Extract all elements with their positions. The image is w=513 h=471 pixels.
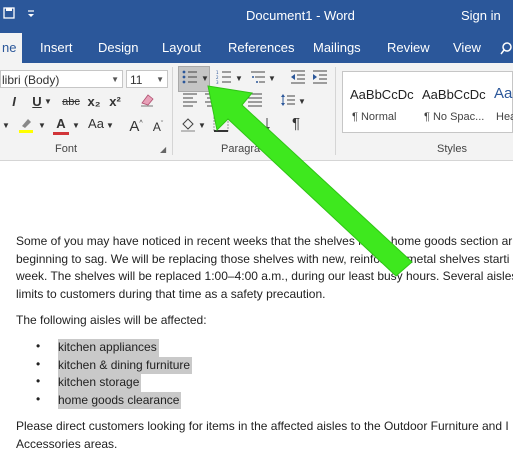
document-page[interactable]: Some of you may have noticed in recent w… <box>0 161 513 471</box>
style-preview: AaBbCcDc <box>422 87 486 102</box>
line-spacing-icon[interactable] <box>279 93 297 112</box>
paragraph-group-label: Paragra <box>221 143 261 155</box>
styles-gallery: AaBbCcDc ¶ Normal AaBbCcDc ¶ No Spac... … <box>342 71 513 133</box>
tab-layout[interactable]: Layout <box>162 33 201 63</box>
style-name: ¶ Normal <box>352 111 397 123</box>
body-text-line: week. The shelves will be replaced 1:00–… <box>16 269 513 283</box>
quick-access-toolbar <box>0 7 38 22</box>
multilevel-list-icon[interactable] <box>249 70 267 89</box>
font-color-swatch <box>53 132 69 135</box>
clear-formatting-icon[interactable] <box>138 93 156 112</box>
tab-design[interactable]: Design <box>98 33 138 63</box>
body-text-line: limits to customers during that time as … <box>16 286 326 301</box>
customize-qat-icon[interactable] <box>24 7 38 22</box>
body-text-line: Please direct customers looking for item… <box>16 419 509 433</box>
align-center-icon[interactable] <box>203 93 221 112</box>
chevron-down-icon: ▼ <box>111 75 119 84</box>
font-dialog-launcher-icon[interactable]: ◢ <box>160 145 166 154</box>
bullet-marker: • <box>36 391 41 406</box>
style-preview: AaBbCcDc <box>350 87 414 102</box>
shading-icon[interactable] <box>179 116 197 137</box>
group-divider <box>172 67 173 155</box>
tab-home[interactable]: ne <box>0 33 23 63</box>
align-left-icon[interactable] <box>181 93 199 112</box>
body-text-line: Some of you may have noticed in recent w… <box>16 234 513 248</box>
chevron-down-icon[interactable]: ▼ <box>38 117 46 135</box>
ribbon-home: libri (Body) ▼ 11 ▼ I U ▼ abc x₂ x² ▼ ▼ … <box>0 63 513 161</box>
justify-icon[interactable] <box>246 93 264 112</box>
shrink-font-button[interactable]: Aˇ <box>150 116 166 136</box>
show-formatting-marks-button[interactable]: ¶ <box>288 115 304 133</box>
font-color-button[interactable]: A <box>52 115 70 135</box>
chevron-down-icon[interactable]: ▼ <box>72 117 80 135</box>
chevron-down-icon[interactable]: ▼ <box>44 93 52 111</box>
subscript-button[interactable]: x₂ <box>86 93 102 111</box>
chevron-down-icon[interactable]: ▼ <box>235 70 243 88</box>
style-heading-1[interactable]: AaBbC Hea <box>487 72 513 132</box>
grow-font-button[interactable]: A^ <box>128 115 144 136</box>
superscript-button[interactable]: x² <box>107 93 123 111</box>
font-name-combo[interactable]: libri (Body) ▼ <box>0 70 123 88</box>
title-bar: Document1 - Word Sign in <box>0 0 513 33</box>
bullet-marker: • <box>36 339 41 353</box>
sign-in-link[interactable]: Sign in <box>461 8 501 23</box>
chevron-down-icon[interactable]: ▼ <box>2 117 10 135</box>
font-size-combo[interactable]: 11 ▼ <box>126 70 168 88</box>
font-size-value: 11 <box>130 73 143 87</box>
styles-group-label: Styles <box>437 143 467 155</box>
style-preview: AaBbC <box>494 85 513 102</box>
body-text-line: The following aisles will be affected: <box>16 313 207 327</box>
font-color-letter: A <box>56 116 66 131</box>
text-highlight-color-icon[interactable] <box>16 116 36 139</box>
tab-review[interactable]: Review <box>387 33 430 63</box>
chevron-down-icon[interactable]: ▼ <box>106 117 114 135</box>
underline-button[interactable]: U <box>30 93 44 111</box>
list-item: kitchen appliances <box>58 339 159 357</box>
style-name: Hea <box>496 111 513 123</box>
font-name-value: libri (Body) <box>2 73 60 87</box>
borders-icon[interactable] <box>212 116 230 137</box>
ribbon-tab-bar: ne Insert Design Layout References Maili… <box>0 33 513 63</box>
body-text-line: Accessories areas. <box>16 436 118 451</box>
body-text-line: beginning to sag. We will be replacing t… <box>16 251 510 266</box>
chevron-down-icon[interactable]: ▼ <box>268 70 276 88</box>
tell-me-search-icon[interactable] <box>500 33 513 63</box>
italic-button[interactable]: I <box>8 93 20 111</box>
tab-mailings[interactable]: Mailings <box>313 33 361 63</box>
style-normal[interactable]: AaBbCcDc ¶ Normal <box>343 72 415 132</box>
chevron-down-icon[interactable]: ▼ <box>298 93 306 111</box>
bullet-marker: • <box>36 356 41 371</box>
list-item: home goods clearance <box>58 391 182 409</box>
bullets-icon[interactable] <box>181 70 199 89</box>
list-item: kitchen & dining furniture <box>58 356 193 374</box>
grow-font-letter: A <box>129 118 140 135</box>
increase-indent-icon[interactable] <box>311 70 329 89</box>
bullet-marker: • <box>36 374 41 388</box>
chevron-down-icon[interactable]: ▼ <box>201 70 209 88</box>
tab-view[interactable]: View <box>453 33 481 63</box>
change-case-button[interactable]: Aa <box>86 115 106 133</box>
svg-text:3: 3 <box>216 80 219 84</box>
style-no-spacing[interactable]: AaBbCcDc ¶ No Spac... <box>415 72 487 132</box>
list-item: kitchen storage <box>58 374 142 392</box>
tab-references[interactable]: References <box>228 33 294 63</box>
tab-insert[interactable]: Insert <box>40 33 73 63</box>
style-name: ¶ No Spac... <box>424 111 485 123</box>
save-icon[interactable] <box>2 7 16 22</box>
strikethrough-button[interactable]: abc <box>60 93 82 111</box>
numbering-icon[interactable]: 123 <box>215 70 233 89</box>
shrink-font-letter: A <box>152 120 161 134</box>
group-divider <box>335 67 336 155</box>
chevron-down-icon: ▼ <box>156 75 164 84</box>
decrease-indent-icon[interactable] <box>289 70 307 89</box>
chevron-down-icon[interactable]: ▼ <box>198 117 206 135</box>
font-group-label: Font <box>55 143 78 155</box>
sort-icon[interactable] <box>256 116 274 137</box>
document-title: Document1 - Word <box>246 8 355 23</box>
